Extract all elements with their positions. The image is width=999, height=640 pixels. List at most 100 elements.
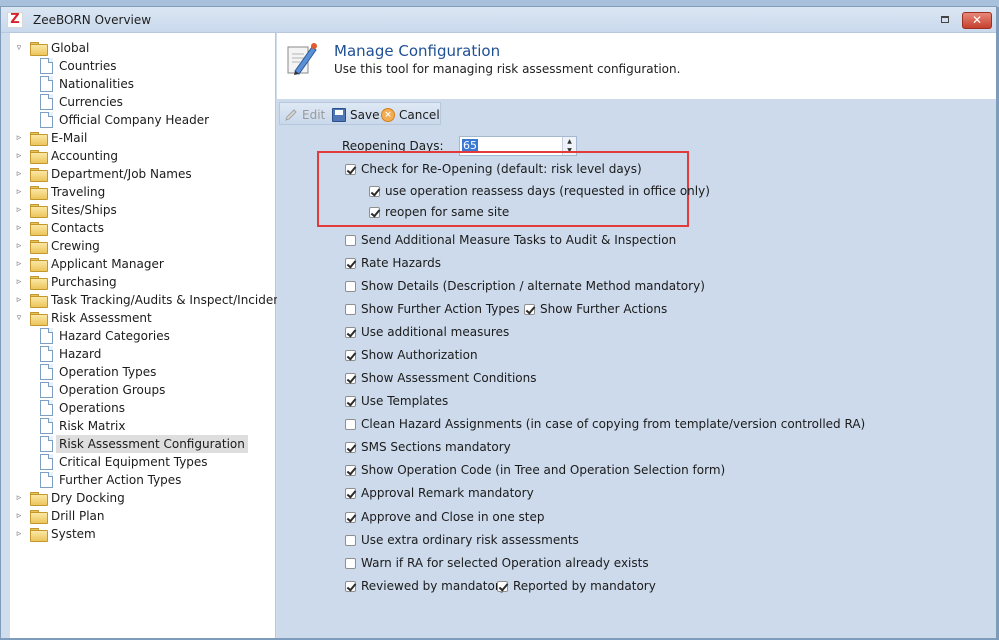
- tree-item-label: Sites/Ships: [51, 203, 117, 217]
- expand-icon[interactable]: ▹: [14, 165, 24, 183]
- cancel-button-label: Cancel: [399, 108, 440, 122]
- expand-icon[interactable]: ▹: [14, 291, 24, 309]
- checkbox-unchecked-icon[interactable]: [345, 303, 356, 315]
- tree-item[interactable]: ▿ Global: [10, 39, 276, 57]
- folder-icon: [30, 150, 48, 164]
- option-checkbox[interactable]: Rate Hazards: [345, 254, 441, 272]
- tree-item[interactable]: ▹ Contacts: [10, 219, 276, 237]
- checkbox-unchecked-icon[interactable]: [345, 534, 356, 546]
- tree-item[interactable]: Operation Groups: [10, 381, 276, 399]
- configuration-form: Reopening Days: 65 ▲ ▼ Check for Re-Openi…: [277, 127, 996, 638]
- option-checkbox[interactable]: use operation reassess days (requested i…: [369, 182, 710, 200]
- collapse-icon[interactable]: ▿: [14, 309, 24, 327]
- checkbox-label: Show Authorization: [361, 348, 478, 362]
- option-checkbox[interactable]: Warn if RA for selected Operation alread…: [345, 554, 649, 572]
- app-window: Z ZeeBORN Overview ✕ ▿ Global Countries Nat…: [0, 6, 997, 639]
- option-checkbox[interactable]: Use extra ordinary risk assessments: [345, 531, 579, 549]
- checkbox-checked-icon[interactable]: [524, 303, 535, 315]
- checkbox-unchecked-icon[interactable]: [345, 280, 356, 292]
- checkbox-checked-icon[interactable]: [369, 185, 380, 197]
- checkbox-checked-icon[interactable]: [345, 487, 356, 499]
- tree-item[interactable]: ▹ Task Tracking/Audits & Inspect/Incident…: [10, 291, 292, 309]
- tree-item[interactable]: Nationalities: [10, 75, 276, 93]
- checkbox-unchecked-icon[interactable]: [345, 557, 356, 569]
- checkbox-checked-icon[interactable]: [345, 163, 356, 175]
- tree-item[interactable]: ▹ Drill Plan: [10, 507, 276, 525]
- option-checkbox[interactable]: Show Details (Description / alternate Me…: [345, 277, 705, 295]
- tree-item-label: Operation Types: [59, 365, 157, 379]
- tree-item[interactable]: Official Company Header: [10, 111, 276, 129]
- tree-item[interactable]: ▹ Accounting: [10, 147, 276, 165]
- tree-item-label: Drill Plan: [51, 509, 105, 523]
- option-checkbox[interactable]: reopen for same site: [369, 203, 509, 221]
- checkbox-checked-icon[interactable]: [345, 372, 356, 384]
- option-checkbox[interactable]: SMS Sections mandatory: [345, 438, 511, 456]
- option-checkbox[interactable]: Show Assessment Conditions: [345, 369, 537, 387]
- expand-icon[interactable]: ▹: [14, 219, 24, 237]
- checkbox-unchecked-icon[interactable]: [345, 234, 356, 246]
- tree-item[interactable]: Critical Equipment Types: [10, 453, 276, 471]
- option-checkbox[interactable]: Show Further Action Types: [345, 300, 520, 318]
- tree-item[interactable]: Hazard: [10, 345, 276, 363]
- expand-icon[interactable]: ▹: [14, 201, 24, 219]
- option-checkbox[interactable]: Send Additional Measure Tasks to Audit &…: [345, 231, 676, 249]
- tree-item-label: Operations: [59, 401, 125, 415]
- expand-icon[interactable]: ▹: [14, 489, 24, 507]
- tree-item[interactable]: Risk Matrix: [10, 417, 276, 435]
- tree-item[interactable]: Countries: [10, 57, 276, 75]
- option-checkbox[interactable]: Use additional measures: [345, 323, 509, 341]
- option-checkbox[interactable]: Show Operation Code (in Tree and Operati…: [345, 461, 725, 479]
- checkbox-checked-icon[interactable]: [345, 326, 356, 338]
- tree-item[interactable]: Operation Types: [10, 363, 276, 381]
- edit-button[interactable]: Edit: [284, 106, 325, 124]
- option-checkbox[interactable]: Show Further Actions: [524, 300, 667, 318]
- checkbox-checked-icon[interactable]: [345, 464, 356, 476]
- checkbox-checked-icon[interactable]: [497, 580, 508, 592]
- tree-item[interactable]: Currencies: [10, 93, 276, 111]
- tree-item[interactable]: ▹ Crewing: [10, 237, 276, 255]
- tree-item[interactable]: ▹ Applicant Manager: [10, 255, 276, 273]
- checkbox-checked-icon[interactable]: [345, 580, 356, 592]
- expand-icon[interactable]: ▹: [14, 147, 24, 165]
- option-checkbox[interactable]: Reported by mandatory: [497, 577, 656, 595]
- checkbox-unchecked-icon[interactable]: [345, 418, 356, 430]
- expand-icon[interactable]: ▹: [14, 273, 24, 291]
- tree-item[interactable]: Hazard Categories: [10, 327, 276, 345]
- cancel-button[interactable]: × Cancel: [381, 106, 440, 124]
- tree-item[interactable]: Risk Assessment Configuration: [10, 435, 276, 453]
- tree-item-label: Department/Job Names: [51, 167, 192, 181]
- option-checkbox[interactable]: Clean Hazard Assignments (in case of cop…: [345, 415, 865, 433]
- tree-item[interactable]: ▹ E-Mail: [10, 129, 276, 147]
- option-checkbox[interactable]: Show Authorization: [345, 346, 478, 364]
- save-button[interactable]: Save: [332, 106, 379, 124]
- tree-item[interactable]: Operations: [10, 399, 276, 417]
- checkbox-checked-icon[interactable]: [345, 257, 356, 269]
- expand-icon[interactable]: ▹: [14, 255, 24, 273]
- tree-item[interactable]: ▹ Purchasing: [10, 273, 276, 291]
- restore-button[interactable]: [935, 13, 955, 28]
- expand-icon[interactable]: ▹: [14, 183, 24, 201]
- collapse-icon[interactable]: ▿: [14, 39, 24, 57]
- tree-item[interactable]: ▹ Dry Docking: [10, 489, 276, 507]
- option-checkbox[interactable]: Use Templates: [345, 392, 448, 410]
- tree-item[interactable]: ▹ Traveling: [10, 183, 276, 201]
- close-button[interactable]: ✕: [962, 12, 992, 29]
- checkbox-checked-icon[interactable]: [345, 395, 356, 407]
- checkbox-checked-icon[interactable]: [345, 511, 356, 523]
- option-checkbox[interactable]: Approval Remark mandatory: [345, 484, 534, 502]
- checkbox-checked-icon[interactable]: [345, 349, 356, 361]
- expand-icon[interactable]: ▹: [14, 129, 24, 147]
- option-checkbox[interactable]: Check for Re-Opening (default: risk leve…: [345, 160, 642, 178]
- option-checkbox[interactable]: Approve and Close in one step: [345, 508, 545, 526]
- expand-icon[interactable]: ▹: [14, 507, 24, 525]
- option-checkbox[interactable]: Reviewed by mandatory: [345, 577, 507, 595]
- expand-icon[interactable]: ▹: [14, 525, 24, 543]
- checkbox-checked-icon[interactable]: [345, 441, 356, 453]
- expand-icon[interactable]: ▹: [14, 237, 24, 255]
- checkbox-checked-icon[interactable]: [369, 206, 380, 218]
- tree-item[interactable]: ▹ Department/Job Names: [10, 165, 276, 183]
- tree-item[interactable]: ▹ System: [10, 525, 276, 543]
- tree-item[interactable]: Further Action Types: [10, 471, 276, 489]
- tree-item[interactable]: ▿ Risk Assessment: [10, 309, 276, 327]
- tree-item[interactable]: ▹ Sites/Ships: [10, 201, 276, 219]
